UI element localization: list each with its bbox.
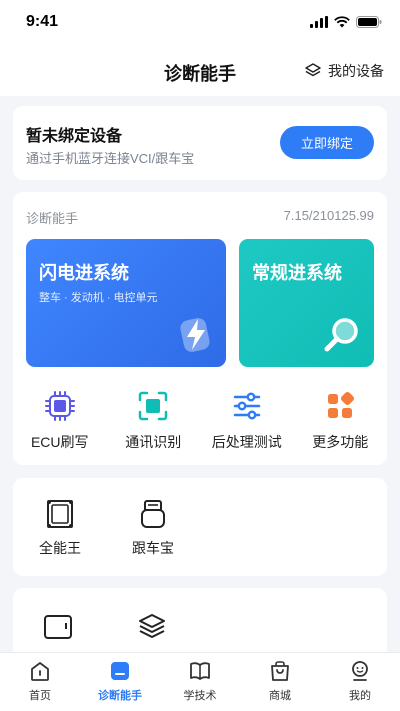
tab-profile[interactable]: 我的 <box>320 653 400 711</box>
more-functions-label: 更多功能 <box>312 434 369 450</box>
diagnostics-label: 诊断能手 <box>26 211 79 226</box>
my-device-button[interactable]: 我的设备 <box>304 61 384 81</box>
sliders-icon <box>231 390 263 422</box>
post-process-test-button[interactable]: 后处理测试 <box>200 390 294 452</box>
chip-icon <box>44 390 76 422</box>
tab-shop-label: 商城 <box>269 690 291 702</box>
bind-subtitle: 通过手机蓝牙连接VCI/跟车宝 <box>26 151 195 166</box>
diagnostics-card: 诊断能手 7.15/210125.99 闪电进系统 整车 · 发动机 · 电控单… <box>13 192 387 465</box>
diagnose-icon <box>111 662 129 680</box>
comm-identify-button[interactable]: 通讯识别 <box>107 390 201 452</box>
tablet-icon[interactable] <box>43 614 73 640</box>
flash-entry-tile[interactable]: 闪电进系统 整车 · 发动机 · 电控单元 <box>26 239 226 367</box>
more-functions-button[interactable]: 更多功能 <box>294 390 388 452</box>
tab-diagnose-label: 诊断能手 <box>98 690 142 702</box>
post-process-test-label: 后处理测试 <box>211 434 282 450</box>
comm-identify-label: 通讯识别 <box>125 434 182 450</box>
normal-entry-title: 常规进系统 <box>252 263 342 283</box>
tools-card: 全能王 跟车宝 <box>13 478 387 576</box>
flash-entry-title: 闪电进系统 <box>39 263 129 283</box>
tab-home-label: 首页 <box>29 690 51 702</box>
version-text: 7.15/210125.99 <box>283 208 374 223</box>
status-icons <box>310 16 382 28</box>
ecu-flash-button[interactable]: ECU刷写 <box>13 390 107 452</box>
tab-learn-label: 学技术 <box>183 690 217 702</box>
tab-bar: 首页 诊断能手 学技术 商城 我的 <box>0 652 400 711</box>
header: 诊断能手 我的设备 <box>0 46 400 96</box>
stack-icon[interactable] <box>137 612 167 640</box>
scan-icon <box>137 390 169 422</box>
bind-device-card: 暂未绑定设备 通过手机蓝牙连接VCI/跟车宝 立即绑定 <box>13 106 387 180</box>
tab-profile-label: 我的 <box>349 690 371 702</box>
grid-icon <box>324 390 356 422</box>
tab-shop[interactable]: 商城 <box>240 653 320 711</box>
bind-title: 暂未绑定设备 <box>26 128 123 145</box>
my-device-label: 我的设备 <box>328 63 384 79</box>
all-in-one-tool[interactable]: 全能王 <box>20 498 100 558</box>
magnifier-icon <box>324 318 358 352</box>
all-in-one-label: 全能王 <box>39 540 81 556</box>
battery-icon <box>356 16 382 28</box>
flash-entry-subtitle: 整车 · 发动机 · 电控单元 <box>39 292 158 304</box>
bind-now-button[interactable]: 立即绑定 <box>280 126 374 159</box>
dongle-icon <box>141 500 165 528</box>
follow-car-tool[interactable]: 跟车宝 <box>113 498 193 558</box>
follow-car-label: 跟车宝 <box>132 540 174 556</box>
status-time: 9:41 <box>26 13 59 30</box>
status-bar: 9:41 <box>0 0 400 46</box>
shop-icon <box>271 661 289 681</box>
profile-icon <box>352 661 368 681</box>
ecu-flash-label: ECU刷写 <box>30 434 89 450</box>
signal-icon <box>310 16 328 28</box>
lightning-icon <box>180 318 210 352</box>
wifi-icon <box>334 16 350 28</box>
device-icon <box>47 500 73 528</box>
layers-icon <box>305 63 321 77</box>
tab-home[interactable]: 首页 <box>0 653 80 711</box>
tab-diagnose[interactable]: 诊断能手 <box>80 653 160 711</box>
book-icon <box>190 662 210 680</box>
tab-learn[interactable]: 学技术 <box>160 653 240 711</box>
function-row: ECU刷写 通讯识别 后处理测试 更多功能 <box>13 390 387 452</box>
normal-entry-tile[interactable]: 常规进系统 <box>239 239 374 367</box>
home-icon <box>31 662 49 681</box>
